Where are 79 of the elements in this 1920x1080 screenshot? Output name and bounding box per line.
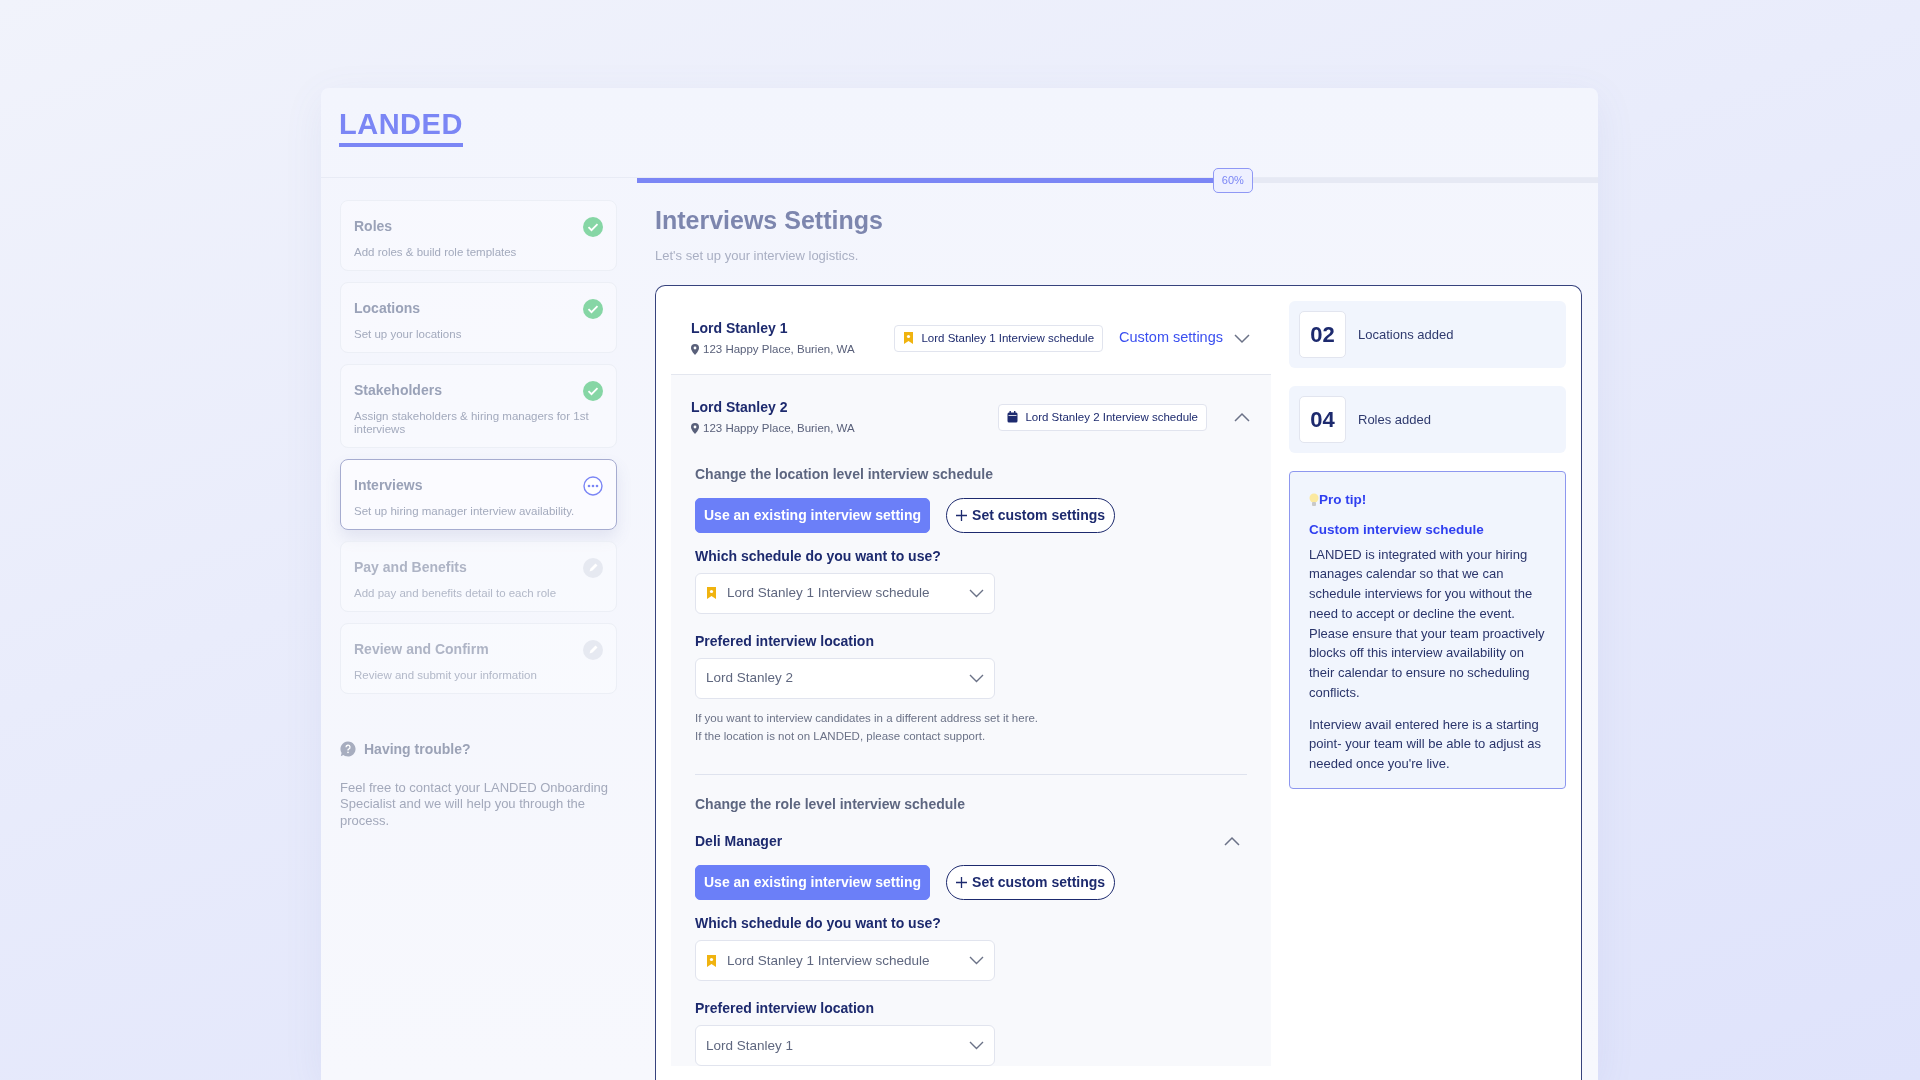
- location-address: 123 Happy Place, Burien, WA: [703, 342, 855, 357]
- field-label: Prefered interview location: [695, 631, 875, 651]
- plus-icon: [956, 509, 968, 521]
- stat-label: Locations added: [1358, 325, 1454, 344]
- schedule-select[interactable]: Lord Stanley 1 Interview schedule: [695, 572, 995, 614]
- step-card[interactable]: Stakeholders Assign stakeholders & hiring managers for 1st interviews: [340, 363, 617, 449]
- step-card[interactable]: Roles Add roles & build role templates: [340, 200, 617, 271]
- stat-number: 02: [1299, 311, 1346, 358]
- step-title: Locations: [354, 298, 421, 318]
- step-card[interactable]: Pay and Benefits Add pay and benefits detail to each role: [340, 541, 617, 612]
- step-description: Assign stakeholders & hiring managers for 1st interviews: [354, 409, 590, 438]
- location-name: Lord Stanley 1: [691, 319, 789, 338]
- field-label: Which schedule do you want to use?: [695, 914, 942, 934]
- step-description: Set up your locations: [354, 327, 463, 342]
- bookmark-icon: [903, 331, 915, 346]
- schedule-select[interactable]: Lord Stanley 1 Interview schedule: [695, 940, 995, 982]
- pencil-icon: [583, 639, 603, 660]
- step-description: Add pay and benefits detail to each role: [354, 587, 558, 601]
- section-heading: Change the location level interview schedule: [695, 464, 994, 484]
- pin-icon: [691, 344, 699, 356]
- pin-icon: [691, 423, 699, 435]
- help-text: Feel free to contact your LANDED Onboarding Specialist and we will help you through the process.: [340, 779, 610, 831]
- stat-label: Roles added: [1358, 410, 1431, 429]
- bookmark-icon: [706, 586, 717, 600]
- progress-label: 60%: [1212, 168, 1253, 193]
- option-button[interactable]: Use an existing interview setting: [695, 865, 931, 901]
- help-title: Having trouble?: [364, 739, 471, 759]
- help-text: If the location is not on LANDED, please contact support.: [695, 728, 987, 744]
- location-name: Lord Stanley 2: [691, 398, 789, 418]
- check-circle-icon: [583, 298, 603, 319]
- schedule-tag: Lord Stanley 2 Interview schedule: [998, 403, 1207, 431]
- plus-icon: [956, 877, 968, 889]
- chevron-down-icon: [969, 956, 984, 966]
- help-text: If you want to interview candidates in a different address set it here.: [695, 710, 1040, 726]
- tip-text: Interview avail entered here is a starting point- your team will be able to adjust as needed once you're live.: [1309, 715, 1542, 773]
- custom-settings-link[interactable]: Custom settings: [1119, 327, 1223, 349]
- schedule-tag: Lord Stanley 1 Interview schedule: [894, 324, 1104, 352]
- page-subtitle: Let's set up your interview logistics.: [655, 246, 860, 265]
- field-label: Prefered interview location: [695, 999, 875, 1019]
- stat-number: 04: [1299, 396, 1346, 443]
- chevron-up-icon[interactable]: [1233, 411, 1251, 423]
- step-title: Interviews: [354, 476, 423, 496]
- step-title: Review and Confirm: [354, 639, 489, 659]
- section-heading: Change the role level interview schedule: [695, 795, 966, 815]
- check-circle-icon: [583, 380, 603, 401]
- step-title: Roles: [354, 217, 393, 236]
- option-button[interactable]: Set custom settings: [946, 865, 1116, 901]
- tip-title: Pro tip!: [1319, 491, 1367, 509]
- step-description: Review and submit your information: [354, 668, 538, 683]
- calendar-icon: [1007, 411, 1019, 424]
- step-card[interactable]: Review and Confirm Review and submit your information: [340, 622, 617, 694]
- more-icon: [583, 476, 603, 497]
- chevron-down-icon[interactable]: [1233, 332, 1251, 344]
- tip-text: LANDED is integrated with your hiring manages calendar so that we can schedule interviews for you without the need to accept or decline the event. Please ensure that your team proactively blocks off this interview availability on their calendar to ensure no scheduling conflicts.: [1309, 545, 1546, 702]
- option-button[interactable]: Use an existing interview setting: [695, 497, 931, 533]
- role-name: Deli Manager: [695, 832, 783, 852]
- chevron-down-icon: [969, 588, 984, 598]
- chevron-down-icon: [969, 673, 984, 683]
- step-description: Add roles & build role templates: [354, 246, 518, 260]
- chevron-down-icon: [969, 1041, 984, 1051]
- location-select[interactable]: Lord Stanley 2: [695, 657, 995, 699]
- page-title: Interviews Settings: [655, 205, 884, 236]
- lightbulb-icon: [1309, 492, 1319, 508]
- question-icon: [340, 741, 356, 758]
- step-card[interactable]: Locations Set up your locations: [340, 281, 617, 353]
- step-description: Set up hiring manager interview availability.: [354, 505, 576, 519]
- option-button[interactable]: Set custom settings: [946, 497, 1116, 533]
- check-circle-icon: [583, 217, 603, 237]
- step-card[interactable]: Interviews Set up hiring manager interview availability.: [340, 459, 617, 530]
- pencil-icon: [583, 558, 603, 578]
- bookmark-icon: [706, 953, 717, 968]
- chevron-up-icon[interactable]: [1223, 836, 1241, 848]
- step-title: Stakeholders: [354, 380, 442, 400]
- step-title: Pay and Benefits: [354, 558, 467, 577]
- tip-heading: Custom interview schedule: [1309, 521, 1485, 540]
- location-address: 123 Happy Place, Burien, WA: [703, 421, 855, 437]
- location-select[interactable]: Lord Stanley 1: [695, 1025, 995, 1067]
- field-label: Which schedule do you want to use?: [695, 546, 942, 566]
- logo: LANDED: [339, 110, 463, 147]
